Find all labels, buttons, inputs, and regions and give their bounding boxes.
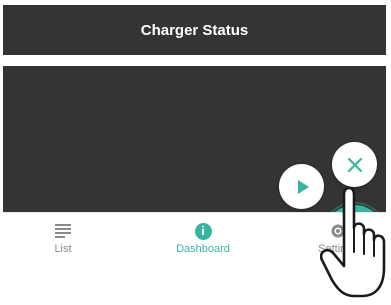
- page-title: Charger Status: [140, 21, 249, 39]
- nav-item-list[interactable]: List: [33, 213, 93, 263]
- nav-item-dashboard[interactable]: i Dashboard: [163, 213, 243, 263]
- info-icon: i: [194, 221, 212, 241]
- play-button[interactable]: [279, 164, 324, 209]
- app-header: Charger Status: [3, 5, 386, 55]
- nav-item-label: Dashboard: [176, 243, 230, 255]
- list-icon: [54, 221, 72, 241]
- tap-hand-icon: [320, 186, 386, 298]
- nav-item-label: List: [54, 243, 72, 255]
- play-icon: [297, 179, 309, 194]
